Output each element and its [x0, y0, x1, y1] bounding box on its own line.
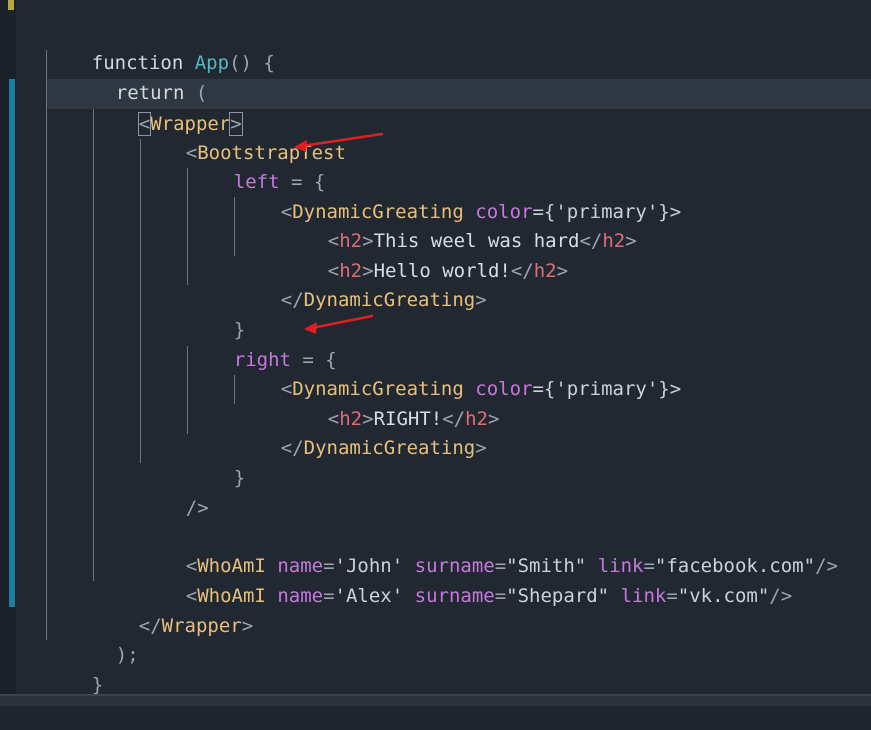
punctuation: =: [323, 585, 335, 607]
bracket: </: [280, 437, 304, 459]
attr-value: ={'primary'}>: [532, 378, 682, 400]
bracket: </: [138, 615, 162, 637]
code-line[interactable]: return (: [70, 48, 208, 104]
punctuation: =: [494, 585, 507, 607]
punctuation: }: [233, 467, 246, 489]
tag-name: h2: [602, 230, 626, 252]
bracket: >: [241, 615, 254, 637]
code-line[interactable]: />: [140, 463, 209, 519]
code-line[interactable]: }: [46, 640, 103, 696]
tag-name: Wrapper: [161, 615, 242, 637]
git-modified-marker: [8, 0, 14, 10]
code-line[interactable]: }: [188, 433, 245, 489]
attr-name: name: [277, 585, 324, 607]
bracket: >: [487, 408, 500, 430]
code-line[interactable]: </DynamicGreating>: [235, 403, 487, 459]
code-line[interactable]: <h2>RIGHT!</h2>: [282, 374, 500, 430]
code-line[interactable]: <WhoAmI name='John' surname="Smith" link…: [140, 521, 838, 577]
tag-name: h2: [533, 260, 557, 282]
code-line[interactable]: <Wrapper>: [93, 79, 243, 136]
code-line[interactable]: function App() {: [46, 18, 275, 74]
code-line[interactable]: <WhoAmI name='Alex' surname="Shepard" li…: [140, 551, 792, 607]
attr-name: link: [620, 585, 667, 607]
attr-name: surname: [414, 585, 495, 607]
tag-name: DynamicGreating: [303, 289, 476, 311]
code-line[interactable]: </Wrapper>: [93, 581, 253, 637]
gutter: [0, 0, 16, 706]
code-line[interactable]: <h2>Hello world!</h2>: [282, 226, 568, 282]
bracket: >: [475, 437, 487, 459]
code-line[interactable]: </DynamicGreating>: [235, 255, 487, 311]
indent-guide: [46, 50, 47, 640]
bracket: >: [625, 230, 637, 252]
punctuation: );: [115, 644, 139, 666]
bracket: >: [556, 260, 569, 282]
punctuation: () {: [229, 52, 275, 74]
code-line[interactable]: <h2>This weel was hard</h2>: [282, 196, 637, 252]
punctuation: />: [815, 555, 838, 577]
indent-guide: [93, 109, 94, 581]
punctuation: =: [666, 585, 678, 607]
bracket: </: [280, 289, 304, 311]
bracket: </: [579, 230, 603, 252]
tag-name: DynamicGreating: [303, 437, 476, 459]
red-arrow-icon: [304, 314, 374, 334]
punctuation: />: [185, 497, 209, 519]
code-line[interactable]: );: [70, 610, 139, 666]
bracket: >: [475, 289, 487, 311]
code-line[interactable]: <DynamicGreating color={'primary'}>: [235, 167, 681, 223]
punctuation: }: [91, 674, 104, 696]
punctuation: />: [769, 585, 793, 607]
red-arrow-icon: [294, 132, 384, 152]
code-line[interactable]: }: [188, 285, 245, 341]
code-line[interactable]: <DynamicGreating color={'primary'}>: [235, 344, 681, 400]
git-added-bar: [9, 79, 15, 607]
attr-value: "vk.com": [677, 585, 770, 607]
attr-value: 'Alex': [334, 585, 404, 607]
attr-value: "Shepard": [506, 585, 610, 607]
bracket: </: [510, 260, 534, 282]
code-editor[interactable]: function App() { return ( <Wrapper> <Boo…: [0, 0, 871, 706]
status-bar: [0, 694, 871, 706]
